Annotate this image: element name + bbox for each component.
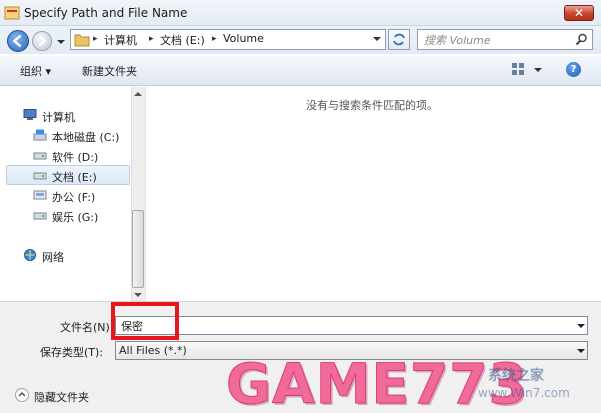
- breadcrumb-separator[interactable]: ▸: [212, 34, 217, 44]
- recent-pages-dropdown[interactable]: [56, 37, 66, 47]
- window-icon: [4, 6, 20, 20]
- nav-item-drive-c[interactable]: 本地磁盘 (C:): [0, 126, 131, 145]
- view-grid-icon: [512, 63, 524, 75]
- nav-item-network[interactable]: 网络: [0, 246, 131, 265]
- chevron-up-icon: [18, 391, 26, 397]
- organize-button[interactable]: 组织 ▾: [20, 63, 51, 79]
- scroll-up-icon[interactable]: [133, 90, 143, 98]
- nav-item-label: 娱乐 (G:): [52, 211, 99, 224]
- nav-item-label: 计算机: [42, 111, 75, 124]
- filename-dropdown-icon[interactable]: [577, 322, 585, 330]
- breadcrumb-volume[interactable]: Volume: [223, 32, 264, 45]
- back-button[interactable]: [7, 30, 29, 52]
- nav-item-label: 本地磁盘 (C:): [52, 131, 120, 144]
- drive-icon: [33, 172, 47, 180]
- search-placeholder: 搜索 Volume: [424, 34, 491, 47]
- filetype-label: 保存类型(T):: [40, 346, 104, 359]
- nav-item-drive-d[interactable]: 软件 (D:): [0, 146, 131, 165]
- arrow-right-icon: [38, 35, 47, 47]
- system-drive-icon: [33, 129, 47, 141]
- filename-label: 文件名(N):: [60, 321, 114, 334]
- watermark-logo: GAME773: [226, 352, 528, 413]
- filetype-value[interactable]: All Files (*.*): [119, 344, 187, 357]
- nav-item-label: 办公 (F:): [52, 191, 96, 204]
- empty-results-message: 没有与搜索条件匹配的项。: [306, 99, 438, 112]
- refresh-icon: [393, 33, 405, 46]
- help-button[interactable]: ?: [566, 62, 581, 77]
- breadcrumb-computer[interactable]: 计算机: [104, 32, 137, 48]
- computer-icon: [23, 109, 37, 120]
- window-title: Specify Path and File Name: [24, 6, 188, 20]
- scroll-down-icon[interactable]: [133, 291, 143, 299]
- close-icon: ✕: [573, 6, 585, 20]
- nav-item-drive-g[interactable]: 娱乐 (G:): [0, 206, 131, 225]
- nav-item-label: 软件 (D:): [52, 151, 99, 164]
- breadcrumb-separator[interactable]: ▸: [149, 34, 154, 44]
- filename-input[interactable]: [115, 316, 588, 335]
- folder-icon: [74, 34, 90, 47]
- hide-folders-label[interactable]: 隐藏文件夹: [34, 389, 89, 405]
- nav-item-computer[interactable]: 计算机: [0, 106, 131, 125]
- change-view-button[interactable]: [510, 61, 544, 79]
- help-icon: ?: [570, 64, 577, 75]
- highlight-annotation-box: [111, 302, 179, 340]
- drive-icon: [33, 152, 47, 160]
- pane-divider[interactable]: [145, 87, 146, 301]
- scroll-thumb[interactable]: [132, 210, 144, 288]
- breadcrumb-separator[interactable]: ▸: [93, 34, 98, 44]
- address-dropdown-icon[interactable]: [372, 34, 382, 44]
- filetype-dropdown-icon[interactable]: [577, 347, 585, 355]
- drive-icon: [33, 212, 47, 220]
- arrow-left-icon: [12, 34, 22, 48]
- drive-icon: [33, 190, 47, 200]
- refresh-button[interactable]: [388, 29, 410, 50]
- forward-button[interactable]: [32, 31, 52, 51]
- nav-item-drive-f[interactable]: 办公 (F:): [0, 186, 131, 205]
- hide-folders-button[interactable]: [15, 388, 29, 402]
- nav-item-drive-e[interactable]: 文档 (E:): [0, 166, 131, 185]
- breadcrumb-drive-e[interactable]: 文档 (E:): [160, 32, 205, 48]
- network-icon: [24, 249, 36, 261]
- new-folder-button[interactable]: 新建文件夹: [82, 63, 137, 79]
- nav-item-label: 文档 (E:): [52, 171, 97, 184]
- nav-item-label: 网络: [42, 251, 64, 264]
- close-button[interactable]: ✕: [564, 5, 594, 21]
- watermark-url: www.Win7.com: [478, 386, 570, 400]
- search-icon[interactable]: [575, 33, 588, 46]
- watermark-site-name: 系统之家: [488, 368, 544, 384]
